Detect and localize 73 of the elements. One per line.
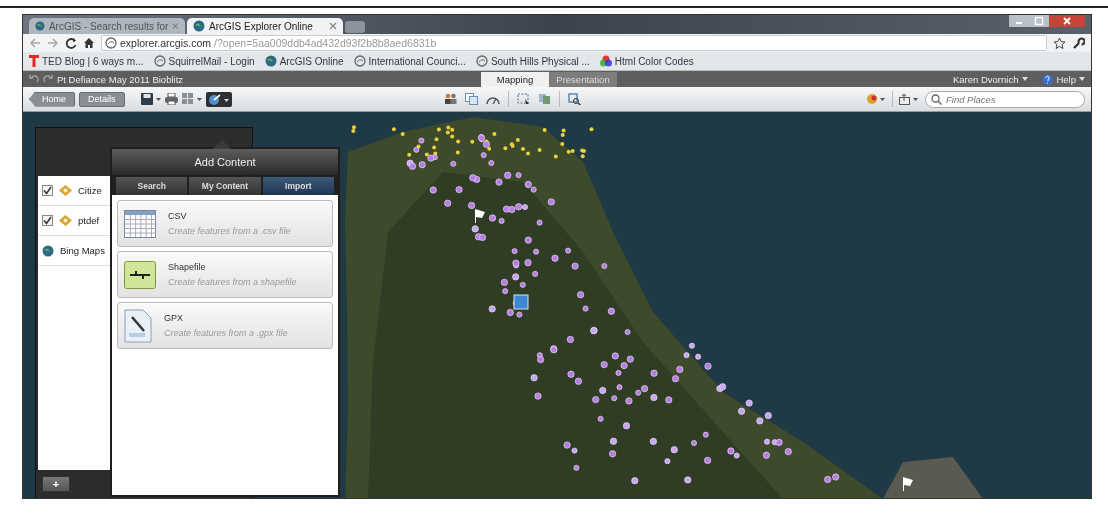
bookmark-link[interactable]: ArcGIS Online	[279, 55, 344, 67]
option-title: GPX	[164, 313, 184, 323]
close-icon[interactable]	[1049, 15, 1085, 27]
bookmark-link[interactable]: International Counci...	[368, 55, 466, 67]
print-icon[interactable]	[164, 93, 178, 105]
page-icon	[153, 55, 166, 67]
option-description: Create features from a .csv file	[168, 226, 291, 236]
bookmark-link[interactable]: TED Blog | 6 ways m...	[42, 55, 144, 67]
url-path: /?open=5aa009ddb4ad432d93f2b8b8aed6831b	[214, 37, 437, 49]
diamond-icon	[59, 215, 72, 226]
globe-icon	[264, 55, 277, 67]
table-icon	[124, 209, 156, 238]
zoom-box-icon[interactable]	[567, 93, 581, 105]
bookmark-link[interactable]: Html Color Codes	[614, 55, 694, 67]
caret-icon[interactable]	[1022, 77, 1029, 81]
popup-tab[interactable]: My Content	[189, 177, 261, 195]
layers-icon[interactable]	[464, 93, 478, 105]
undo-icon[interactable]	[29, 74, 39, 84]
marker-icon[interactable]	[513, 294, 529, 310]
flag-icon[interactable]	[475, 209, 485, 223]
shapefile-icon	[124, 260, 156, 289]
save-icon[interactable]	[140, 93, 161, 105]
address-bar[interactable]: explorer.arcgis.com /?open=5aa009ddb4ad432d93f2b8b8aed6831b	[101, 35, 1047, 51]
star-icon[interactable]	[1053, 36, 1066, 50]
popup-tab[interactable]: Import	[262, 177, 334, 195]
reload-icon[interactable]	[65, 37, 77, 49]
color-wheel-icon	[599, 55, 612, 67]
flag-icon[interactable]	[903, 477, 913, 491]
option-description: Create features from a shapefile	[168, 277, 297, 287]
layer-name[interactable]: ptdef	[78, 215, 100, 226]
globe-icon	[42, 244, 54, 257]
layer-name[interactable]: Citize	[78, 185, 102, 196]
import-option[interactable]: CSV Create features from a .csv file	[117, 200, 333, 247]
search-field[interactable]: Find Places	[925, 90, 1085, 108]
option-description: Create features from a .gpx file	[164, 328, 288, 338]
url-host: explorer.arcgis.com	[120, 37, 212, 49]
globe-icon	[35, 20, 45, 32]
add-content-button[interactable]	[205, 91, 232, 107]
popup-tab[interactable]: Search	[116, 177, 188, 195]
select-icon[interactable]	[516, 93, 530, 105]
page-icon	[353, 55, 366, 67]
grid-icon[interactable]	[181, 93, 202, 105]
globe-icon	[193, 20, 205, 32]
option-title: CSV	[168, 211, 188, 221]
map-title: Pt Defiance May 2011 Bioblitz	[57, 73, 184, 85]
diamond-icon	[59, 185, 72, 196]
help-menu[interactable]: Help	[1056, 73, 1076, 85]
letter-t-icon	[29, 55, 39, 67]
import-option[interactable]: GPX Create features from a .gpx file	[117, 302, 333, 349]
import-option[interactable]: Shapefile Create features from a shapefile	[117, 251, 333, 298]
option-title: Shapefile	[168, 262, 207, 272]
redo-icon[interactable]	[43, 74, 53, 84]
user-name[interactable]: Karen Dvornich	[952, 73, 1019, 85]
layer-name[interactable]: Bing Maps	[60, 245, 105, 256]
view-tab[interactable]: Mapping	[481, 72, 549, 87]
search-icon[interactable]	[931, 93, 942, 105]
help-icon[interactable]	[1042, 73, 1054, 85]
page-icon	[105, 37, 117, 49]
caret-icon[interactable]	[1079, 77, 1085, 81]
checkbox[interactable]	[42, 185, 53, 196]
browser-tab[interactable]: ArcGIS Explorer Online	[187, 18, 343, 34]
bookmark-link[interactable]: SquirrelMail - Login	[168, 55, 255, 67]
document-icon	[124, 308, 152, 343]
checkbox[interactable]	[42, 215, 53, 226]
popup-title: Add Content	[112, 149, 338, 175]
add-layer-button[interactable]: +	[42, 476, 70, 492]
bookmark-link[interactable]: South Hills Physical ...	[490, 55, 590, 67]
home-icon[interactable]	[83, 37, 95, 49]
close-icon[interactable]	[329, 22, 337, 30]
share-dropdown-icon[interactable]	[899, 93, 919, 105]
popup-pointer-icon	[212, 140, 232, 149]
browser-tab[interactable]: ArcGIS - Search results for	[29, 18, 185, 34]
page-icon	[475, 55, 488, 67]
